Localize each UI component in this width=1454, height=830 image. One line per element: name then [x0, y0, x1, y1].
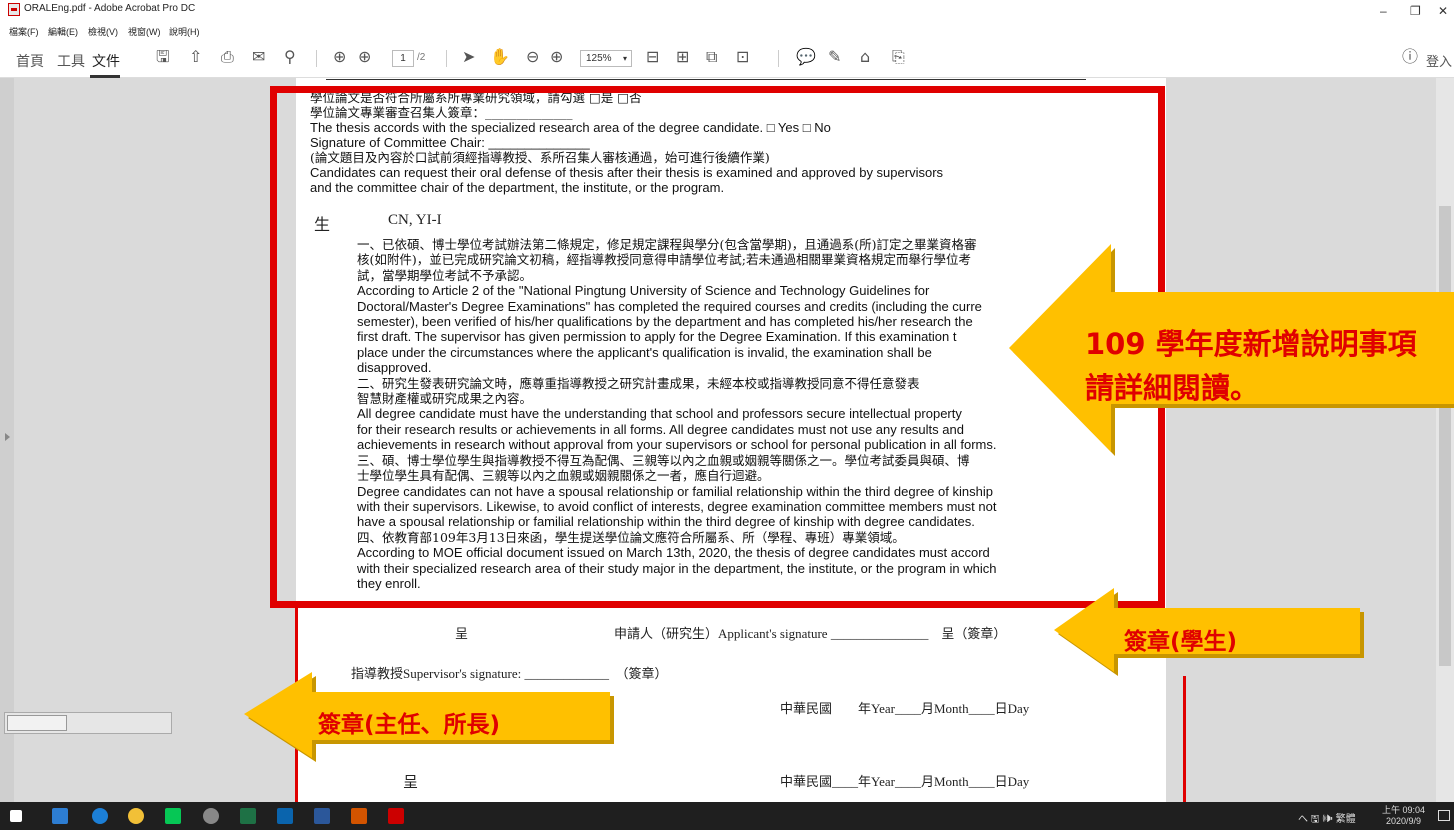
menu-window[interactable]: 視窗(W)	[128, 25, 161, 38]
excel-icon[interactable]	[240, 808, 256, 824]
page-number-input[interactable]: 1	[392, 50, 414, 67]
print-icon[interactable]: ⎙	[221, 48, 234, 66]
window-title: ORALEng.pdf - Adobe Acrobat Pro DC	[24, 3, 196, 14]
date-line: 中華民國 年Year____月Month____日Day	[780, 701, 1030, 716]
zoom-out-icon[interactable]: ⊖	[526, 48, 539, 66]
fit-page-icon[interactable]: ⊟	[646, 48, 659, 66]
windows-taskbar: へ 🖫 🕪 繁體 上午 09:04 2020/9/9	[0, 802, 1454, 830]
submit-to-label: 呈	[403, 775, 419, 791]
date-line: 中華民國____年Year____月Month____日Day	[780, 774, 1030, 789]
previous-page-icon[interactable]: ⊕	[333, 48, 346, 66]
next-page-icon[interactable]: ⊕	[358, 48, 371, 66]
app-icon[interactable]	[203, 808, 219, 824]
notification-icon[interactable]	[1438, 810, 1450, 821]
callout-line: 109 學年度新增說明事項	[1085, 327, 1417, 361]
full-screen-icon[interactable]: ⧉	[706, 48, 717, 66]
search-icon[interactable]: ⚲	[284, 48, 296, 66]
toolbar-divider	[316, 50, 317, 67]
menu-file[interactable]: 檔案(F)	[9, 25, 39, 38]
email-icon[interactable]: ✉	[252, 48, 265, 66]
tab-document[interactable]: 文件	[92, 51, 120, 71]
comment-icon[interactable]: 💬	[796, 48, 816, 66]
navigation-pane-strip[interactable]	[0, 78, 14, 802]
stamp-icon[interactable]: ⌂	[860, 48, 870, 66]
save-icon[interactable]: 🖫	[156, 48, 170, 66]
table-top-border	[326, 78, 1086, 80]
read-mode-icon[interactable]: ⊡	[736, 48, 749, 66]
main-toolbar: 首頁 工具 文件 🖫 ⇧ ⎙ ✉ ⚲ ⊕ ⊕ 1 /2 ➤ ✋ ⊖ ⊕ 125%…	[0, 38, 1454, 78]
tab-tools[interactable]: 工具	[57, 51, 85, 71]
applicant-signature-line: 申請人（研究生）Applicant's signature __________…	[614, 626, 1007, 641]
menu-help[interactable]: 說明(H)	[169, 25, 200, 38]
edge-browser-icon[interactable]	[92, 808, 108, 824]
submit-to-label: 呈	[455, 626, 469, 641]
chrome-icon[interactable]	[128, 808, 144, 824]
pen-icon[interactable]: ✎	[828, 48, 841, 66]
system-tray[interactable]: へ 🖫 🕪 繁體	[1298, 810, 1356, 829]
callout-text: 109 學年度新增說明事項 請詳細閱讀。	[1085, 322, 1417, 410]
close-button[interactable]: ✕	[1438, 4, 1448, 18]
clock-time: 上午 09:04	[1382, 805, 1426, 815]
hand-tool-icon[interactable]: ✋	[490, 48, 510, 66]
clock-date: 2020/9/9	[1385, 816, 1422, 826]
file-explorer-icon[interactable]	[52, 808, 68, 824]
acrobat-icon[interactable]	[388, 808, 404, 824]
zoom-select[interactable]: 125% ▾	[580, 50, 632, 67]
horizontal-scroll-widget[interactable]	[4, 712, 172, 734]
login-button[interactable]: 登入	[1426, 51, 1452, 70]
pdf-file-icon	[8, 3, 20, 16]
select-cursor-icon[interactable]: ➤	[462, 48, 475, 66]
outlook-icon[interactable]	[277, 808, 293, 824]
callout-line: 請詳細閱讀。	[1085, 371, 1260, 405]
clock[interactable]: 上午 09:04 2020/9/9	[1382, 805, 1425, 827]
menu-bar: 檔案(F) 編輯(E) 檢視(V) 視窗(W) 說明(H)	[0, 22, 1454, 38]
menu-edit[interactable]: 編輯(E)	[48, 25, 78, 38]
title-bar: ORALEng.pdf - Adobe Acrobat Pro DC – ❐ ✕	[0, 0, 1454, 22]
scroll-mode-icon[interactable]: ⊞	[676, 48, 689, 66]
expand-pane-arrow-icon[interactable]	[5, 433, 10, 441]
toolbar-divider	[446, 50, 447, 67]
zoom-in-icon[interactable]: ⊕	[550, 48, 563, 66]
help-icon[interactable]: ⓘ	[1402, 48, 1418, 66]
tab-home[interactable]: 首頁	[16, 51, 44, 71]
callout-text: 簽章(學生)	[1124, 629, 1238, 655]
restore-button[interactable]: ❐	[1410, 4, 1421, 18]
line-app-icon[interactable]	[165, 808, 181, 824]
callout-text: 簽章(主任、所長)	[318, 712, 501, 738]
minimize-button[interactable]: –	[1380, 4, 1387, 18]
upload-icon[interactable]: ⇧	[189, 48, 202, 66]
page-total: /2	[417, 52, 426, 63]
chevron-down-icon: ▾	[622, 54, 627, 63]
word-icon[interactable]	[314, 808, 330, 824]
share-icon[interactable]: ⎘	[892, 48, 905, 66]
menu-view[interactable]: 檢視(V)	[88, 25, 118, 38]
highlight-line	[1183, 676, 1186, 802]
scroll-thumb[interactable]	[7, 715, 67, 731]
video-app-icon[interactable]	[351, 808, 367, 824]
windows-start-icon[interactable]	[10, 810, 22, 822]
toolbar-divider	[778, 50, 779, 67]
